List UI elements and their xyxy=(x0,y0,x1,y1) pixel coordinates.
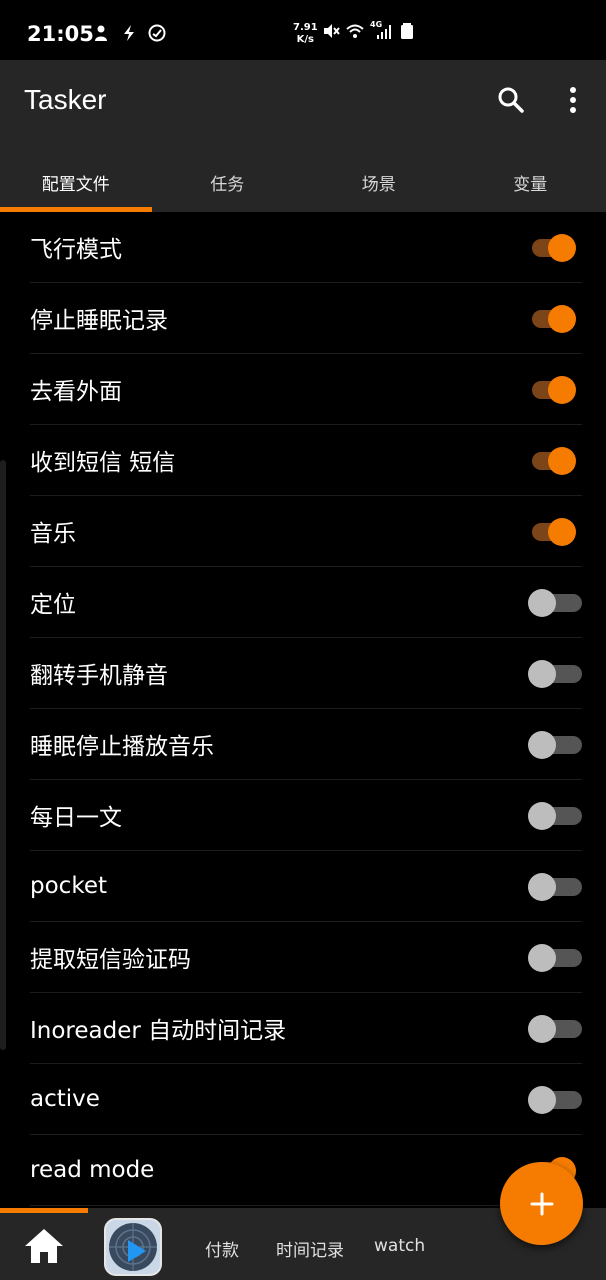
profile-label: 去看外面 xyxy=(30,379,122,405)
profile-row[interactable]: 翻转手机静音 xyxy=(30,638,582,709)
profile-row[interactable]: Inoreader 自动时间记录 xyxy=(30,993,582,1064)
net-speed: 7.91 K/s xyxy=(293,22,318,46)
app-bar: Tasker 配置文件 任务 场景 变量 xyxy=(0,60,606,212)
plus-icon xyxy=(530,1192,553,1215)
home-icon xyxy=(25,1229,63,1263)
add-fab-button[interactable] xyxy=(500,1162,583,1245)
profile-row[interactable]: read mode xyxy=(30,1135,582,1206)
profile-toggle[interactable] xyxy=(528,870,582,902)
shortcut-pay[interactable]: 付款 xyxy=(205,1236,239,1261)
profile-row[interactable]: 停止睡眠记录 xyxy=(30,283,582,354)
status-time: 21:05 xyxy=(27,22,94,46)
shortcut-time-log[interactable]: 时间记录 xyxy=(276,1236,344,1261)
tab-profiles[interactable]: 配置文件 xyxy=(0,152,152,212)
profile-label: Inoreader 自动时间记录 xyxy=(30,1018,287,1044)
profile-row[interactable]: 提取短信验证码 xyxy=(30,922,582,993)
profile-toggle[interactable] xyxy=(528,657,582,689)
scroll-indicator[interactable] xyxy=(0,460,6,1050)
profile-toggle[interactable] xyxy=(528,373,578,405)
signal-icon: 4G xyxy=(370,20,392,40)
profile-list: 飞行模式 停止睡眠记录 去看外面 收到短信 短信 音乐 定位 翻转手机静音 睡眠… xyxy=(0,212,606,1208)
screen: 21:05 7.91 K/s 4G Tasker 配置文件 任务 场景 变量 飞… xyxy=(0,0,606,1280)
tab-scenes[interactable]: 场景 xyxy=(303,152,455,212)
profile-toggle[interactable] xyxy=(528,1012,582,1044)
profile-toggle[interactable] xyxy=(528,586,582,618)
profile-toggle[interactable] xyxy=(528,444,578,476)
bottom-active-indicator xyxy=(0,1208,88,1213)
search-button[interactable] xyxy=(491,80,531,120)
app-title: Tasker xyxy=(24,84,107,115)
tab-tasks[interactable]: 任务 xyxy=(152,152,304,212)
profile-label: 提取短信验证码 xyxy=(30,947,191,973)
profile-row[interactable]: 定位 xyxy=(30,567,582,638)
net-speed-value: 7.91 xyxy=(293,22,318,33)
profile-toggle[interactable] xyxy=(528,941,582,973)
radar-play-icon xyxy=(109,1223,157,1271)
profile-toggle[interactable] xyxy=(528,515,578,547)
profile-label: 睡眠停止播放音乐 xyxy=(30,734,214,760)
status-bar: 21:05 7.91 K/s 4G xyxy=(0,0,606,60)
profile-row[interactable]: 每日一文 xyxy=(30,780,582,851)
tab-bar: 配置文件 任务 场景 变量 xyxy=(0,152,606,212)
status-left-icons xyxy=(92,24,166,42)
app-shortcut-icon[interactable] xyxy=(104,1218,162,1276)
profile-row[interactable]: pocket xyxy=(30,851,582,922)
profile-row[interactable]: active xyxy=(30,1064,582,1135)
status-right-icons: 4G xyxy=(322,20,416,40)
profile-row[interactable]: 睡眠停止播放音乐 xyxy=(30,709,582,780)
profile-label: 停止睡眠记录 xyxy=(30,308,168,334)
profile-label: 飞行模式 xyxy=(30,237,122,263)
speedometer-icon xyxy=(148,24,166,42)
more-options-button[interactable] xyxy=(553,80,593,120)
profile-toggle[interactable] xyxy=(528,728,582,760)
home-button[interactable] xyxy=(22,1226,66,1266)
profile-row[interactable]: 收到短信 短信 xyxy=(30,425,582,496)
profile-label: read mode xyxy=(30,1157,155,1183)
profile-label: 定位 xyxy=(30,592,76,618)
more-vert-icon xyxy=(570,87,576,113)
search-icon xyxy=(498,87,524,113)
profile-toggle[interactable] xyxy=(528,1083,582,1115)
profile-toggle[interactable] xyxy=(528,302,578,334)
profile-label: 收到短信 短信 xyxy=(30,450,176,476)
shortcut-watch[interactable]: watch xyxy=(374,1236,425,1256)
profile-row[interactable]: 音乐 xyxy=(30,496,582,567)
wifi-icon xyxy=(346,24,364,38)
bolt-icon xyxy=(124,25,134,41)
battery-icon xyxy=(401,23,413,39)
profile-label: 每日一文 xyxy=(30,805,122,831)
mute-icon xyxy=(324,24,340,38)
net-speed-unit: K/s xyxy=(296,34,315,45)
profile-row[interactable]: 去看外面 xyxy=(30,354,582,425)
profile-label: 音乐 xyxy=(30,521,76,547)
tab-variables[interactable]: 变量 xyxy=(455,152,606,212)
profile-row[interactable]: 飞行模式 xyxy=(30,212,582,283)
profile-label: 翻转手机静音 xyxy=(30,663,168,689)
person-icon xyxy=(95,25,107,41)
profile-label: pocket xyxy=(30,873,107,899)
profile-toggle[interactable] xyxy=(528,231,578,263)
profile-label: active xyxy=(30,1086,100,1112)
profile-toggle[interactable] xyxy=(528,799,582,831)
